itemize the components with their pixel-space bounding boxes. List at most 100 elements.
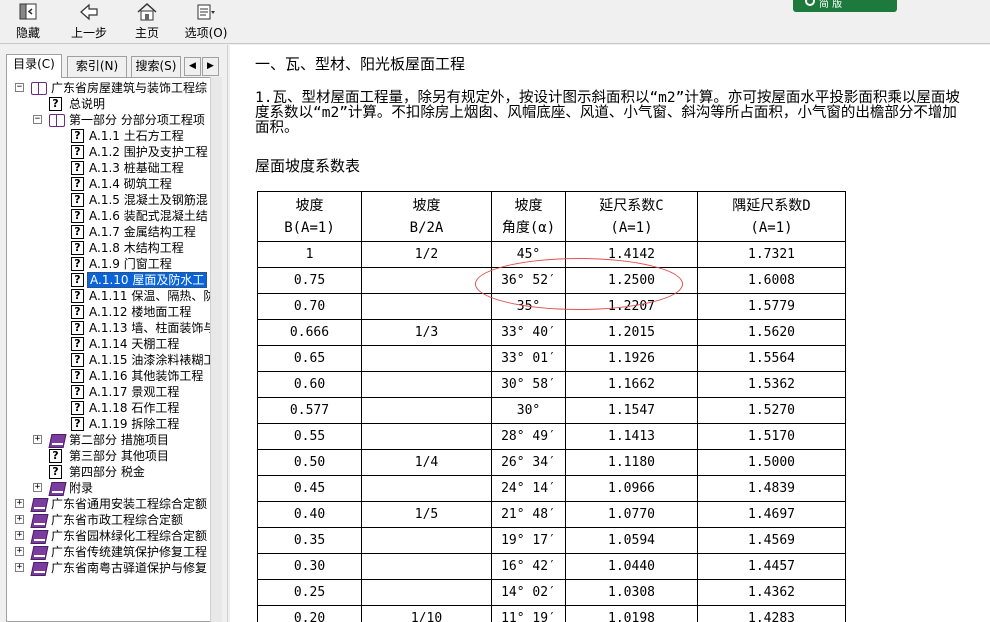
help-page-icon: ? bbox=[71, 417, 84, 431]
expand-icon[interactable]: + bbox=[15, 547, 24, 556]
tree-item-label: 广东省南粤古驿道保护与修复 bbox=[51, 561, 208, 575]
tree-item[interactable]: + 广东省园林绿化工程综合定额 bbox=[7, 528, 212, 544]
tree-item[interactable]: ? A.1.19 拆除工程 bbox=[7, 416, 212, 432]
tree-item[interactable]: ? A.1.9 门窗工程 bbox=[7, 256, 212, 272]
tree-item[interactable]: ? A.1.16 其他装饰工程 bbox=[7, 368, 212, 384]
collapse-icon[interactable]: − bbox=[15, 83, 24, 92]
tree-item[interactable]: − 广东省房屋建筑与装饰工程综 bbox=[7, 80, 212, 96]
tree-item-label: A.1.7 金属结构工程 bbox=[89, 225, 196, 239]
table-row: 0.35 19° 17′ 1.0594 1.4569 bbox=[257, 527, 846, 554]
expand-icon[interactable]: + bbox=[15, 499, 24, 508]
table-cell: 1.4697 bbox=[697, 501, 846, 528]
expand-icon[interactable]: + bbox=[33, 483, 42, 492]
table-cell bbox=[361, 397, 492, 424]
tree-item-label: 第一部分 分部分项工程项 bbox=[69, 113, 205, 127]
tree-item[interactable]: ? A.1.12 楼地面工程 bbox=[7, 304, 212, 320]
tree-item[interactable]: ? A.1.7 金属结构工程 bbox=[7, 224, 212, 240]
section-heading: 一、瓦、型材、阳光板屋面工程 bbox=[255, 55, 466, 73]
tree-item[interactable]: − 第一部分 分部分项工程项 bbox=[7, 112, 212, 128]
tree-item[interactable]: ? 第四部分 税金 bbox=[7, 464, 212, 480]
tree-item[interactable]: ? A.1.11 保温、隔热、防 bbox=[7, 288, 212, 304]
tree-item[interactable]: + 第二部分 措施项目 bbox=[7, 432, 212, 448]
tree-item[interactable]: ? 总说明 bbox=[7, 96, 212, 112]
table-cell: 33° 40′ bbox=[491, 319, 566, 346]
tab-scroll-left-button[interactable]: ◀ bbox=[184, 57, 201, 76]
table-cell: 33° 01′ bbox=[491, 345, 566, 372]
tree-item[interactable]: ? A.1.17 景观工程 bbox=[7, 384, 212, 400]
options-label: 选项(O) bbox=[184, 26, 228, 40]
tab-search[interactable]: 搜索(S) bbox=[131, 56, 181, 77]
help-page-icon: ? bbox=[71, 161, 84, 175]
tree-item[interactable]: ? A.1.15 油漆涂料裱糊工 bbox=[7, 352, 213, 368]
brand-logo: 简 版 bbox=[793, 0, 897, 12]
home-button[interactable]: 主页 bbox=[130, 0, 164, 44]
brand-text: 简 版 bbox=[819, 0, 843, 10]
table-cell bbox=[361, 553, 492, 580]
tree-item-label: A.1.6 装配式混凝土结 bbox=[89, 209, 208, 223]
tree-item[interactable]: + 附录 bbox=[7, 480, 212, 496]
tab-contents-label: 目录(C) bbox=[13, 57, 55, 71]
tab-index-label: 索引(N) bbox=[75, 59, 119, 73]
table-cell: 1.4839 bbox=[697, 475, 846, 502]
tree-item[interactable]: ? 第三部分 其他项目 bbox=[7, 448, 212, 464]
tree-item[interactable]: ? A.1.4 砌筑工程 bbox=[7, 176, 212, 192]
header-line: 角度(α) bbox=[501, 219, 556, 236]
tree-item-label: A.1.10 屋面及防水工 bbox=[87, 272, 208, 288]
tab-index[interactable]: 索引(N) bbox=[67, 56, 127, 77]
table-cell: 1.5564 bbox=[697, 345, 846, 372]
tree-item[interactable]: + 广东省市政工程综合定额 bbox=[7, 512, 212, 528]
tree-item[interactable]: + 广东省南粤古驿道保护与修复 bbox=[7, 560, 212, 576]
table-cell: 1.4362 bbox=[697, 579, 846, 606]
tree-vertical-scrollbar[interactable] bbox=[210, 77, 222, 622]
tree-item[interactable]: + 广东省传统建筑保护修复工程 bbox=[7, 544, 212, 560]
nav-tabs: 目录(C) 索引(N) 搜索(S) ◀ ▶ bbox=[6, 54, 222, 78]
tree-item[interactable]: ? A.1.8 木结构工程 bbox=[7, 240, 212, 256]
tree-item[interactable]: ? A.1.2 围护及支护工程 bbox=[7, 144, 212, 160]
expand-icon[interactable]: + bbox=[15, 563, 24, 572]
tree-item[interactable]: ? A.1.18 石作工程 bbox=[7, 400, 212, 416]
table-caption: 屋面坡度系数表 bbox=[255, 157, 361, 175]
expand-icon[interactable]: + bbox=[33, 435, 42, 444]
closed-book-icon bbox=[49, 433, 65, 447]
table-row: 0.577 30° 1.1547 1.5270 bbox=[257, 397, 846, 424]
tree-item[interactable]: ? A.1.3 桩基础工程 bbox=[7, 160, 212, 176]
table-cell: 0.50 bbox=[257, 449, 362, 476]
options-button[interactable]: 选项(O) bbox=[182, 0, 230, 44]
tree-item[interactable]: ? A.1.14 天棚工程 bbox=[7, 336, 212, 352]
table-cell: 1.5170 bbox=[697, 423, 846, 450]
table-cell: 1 bbox=[257, 241, 362, 268]
collapse-icon[interactable]: − bbox=[33, 115, 42, 124]
table-cell bbox=[361, 267, 492, 294]
table-cell: 1.5270 bbox=[697, 397, 846, 424]
help-page-icon: ? bbox=[71, 193, 84, 207]
tree-item-label: A.1.14 天棚工程 bbox=[89, 337, 180, 351]
tree-item-label: 第四部分 税金 bbox=[69, 465, 145, 479]
section-paragraph: 1.瓦、型材屋面工程量，除另有规定外，按设计图示斜面积以“m2”计算。亦可按屋面… bbox=[255, 90, 960, 136]
table-cell: 0.577 bbox=[257, 397, 362, 424]
tree-item[interactable]: ? A.1.6 装配式混凝土结 bbox=[7, 208, 212, 224]
hide-button[interactable]: 隐藏 bbox=[8, 0, 48, 44]
tab-contents[interactable]: 目录(C) bbox=[6, 54, 62, 78]
table-cell: 0.55 bbox=[257, 423, 362, 450]
tree-item[interactable]: ? A.1.5 混凝土及钢筋混 bbox=[7, 192, 212, 208]
tree-item[interactable]: + 广东省通用安装工程综合定额 bbox=[7, 496, 212, 512]
tab-scroll-right-button[interactable]: ▶ bbox=[202, 57, 219, 76]
tree-item[interactable]: ? A.1.13 墙、柱面装饰与 bbox=[7, 320, 212, 336]
expand-icon[interactable]: + bbox=[15, 515, 24, 524]
table-cell: 0.70 bbox=[257, 293, 362, 320]
tree-item-label: A.1.16 其他装饰工程 bbox=[89, 369, 204, 383]
table-cell: 1.1547 bbox=[565, 397, 698, 424]
closed-book-icon bbox=[31, 513, 47, 527]
help-page-icon: ? bbox=[71, 225, 84, 239]
tree-item-label: 广东省通用安装工程综合定额 bbox=[51, 497, 208, 511]
table-cell: 21° 48′ bbox=[491, 501, 566, 528]
tree-item-label: 总说明 bbox=[69, 97, 106, 111]
table-cell bbox=[361, 345, 492, 372]
tree-item[interactable]: ? A.1.1 土石方工程 bbox=[7, 128, 212, 144]
tree-item[interactable]: ? A.1.10 屋面及防水工 bbox=[7, 272, 212, 288]
back-button[interactable]: 上一步 bbox=[64, 0, 114, 44]
tree-item-label: A.1.15 油漆涂料裱糊工 bbox=[89, 353, 213, 367]
table-cell: 1.1413 bbox=[565, 423, 698, 450]
expand-icon[interactable]: + bbox=[15, 531, 24, 540]
help-page-icon: ? bbox=[71, 385, 84, 399]
